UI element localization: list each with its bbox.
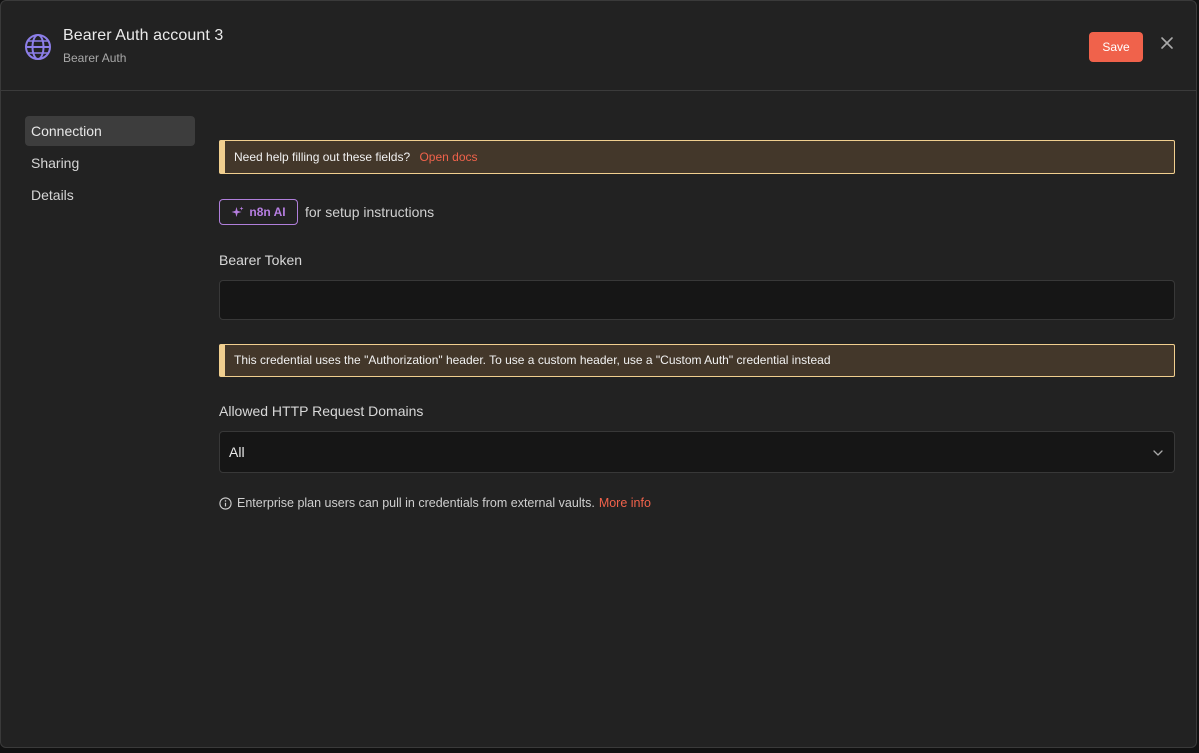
sidebar-item-sharing[interactable]: Sharing (25, 148, 195, 178)
open-docs-link[interactable]: Open docs (419, 150, 477, 164)
close-icon[interactable] (1158, 34, 1176, 52)
chevron-down-icon (1153, 450, 1163, 456)
help-notice-text: Need help filling out these fields? (234, 150, 411, 164)
sidebar-item-connection[interactable]: Connection (25, 116, 195, 146)
info-icon (219, 496, 232, 510)
modal-header: Bearer Auth account 3 Bearer Auth Save (1, 1, 1196, 91)
bearer-token-label: Bearer Token (219, 252, 303, 268)
sidebar: Connection Sharing Details (25, 116, 195, 212)
sparkle-icon (231, 206, 244, 217)
sidebar-item-details[interactable]: Details (25, 180, 195, 210)
allowed-domains-select[interactable]: All (219, 431, 1175, 473)
external-vaults-note: Enterprise plan users can pull in creden… (219, 496, 651, 510)
ai-assistant-row: n8n AI for setup instructions (219, 198, 434, 226)
allowed-domains-label: Allowed HTTP Request Domains (219, 403, 424, 419)
bearer-token-input[interactable] (219, 280, 1175, 320)
more-info-link[interactable]: More info (599, 496, 651, 510)
authorization-header-notice-text: This credential uses the "Authorization"… (234, 353, 831, 367)
ai-badge-label: n8n AI (249, 205, 286, 219)
help-notice: Need help filling out these fields? Open… (219, 140, 1175, 174)
save-button[interactable]: Save (1089, 32, 1143, 62)
allowed-domains-value: All (229, 444, 245, 460)
authorization-header-notice: This credential uses the "Authorization"… (219, 344, 1175, 377)
credential-type: Bearer Auth (63, 51, 127, 65)
credential-title[interactable]: Bearer Auth account 3 (63, 27, 223, 45)
ai-assistant-button[interactable]: n8n AI (219, 199, 298, 225)
external-vaults-text: Enterprise plan users can pull in creden… (237, 496, 595, 510)
globe-icon (25, 34, 51, 60)
credential-modal: Bearer Auth account 3 Bearer Auth Save C… (0, 0, 1197, 748)
ai-instructions-text: for setup instructions (305, 204, 435, 220)
